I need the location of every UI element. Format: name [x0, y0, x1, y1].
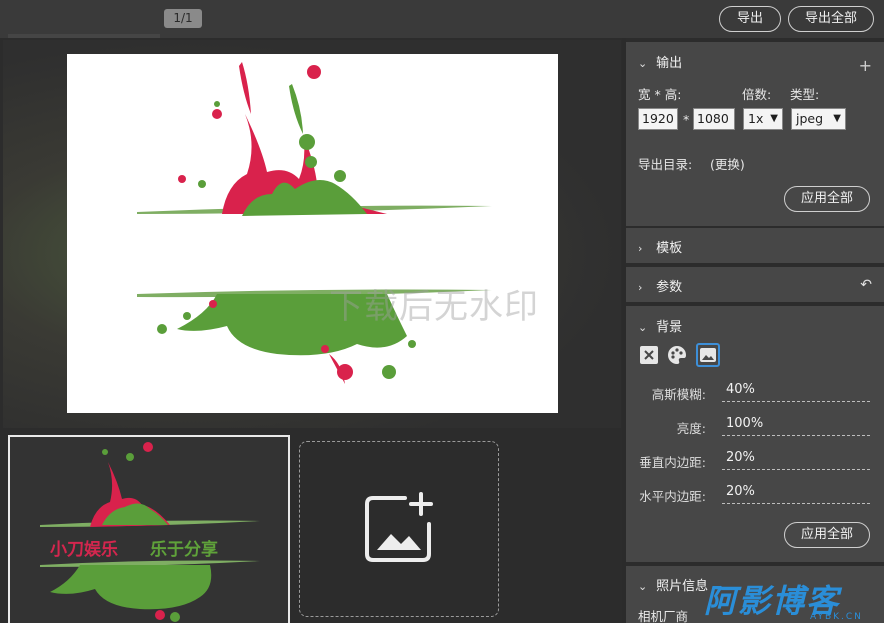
- template-section[interactable]: › 模板: [626, 228, 884, 263]
- chevron-down-icon: ▼: [770, 113, 778, 124]
- top-toolbar: 1/1 导出 导出全部: [0, 0, 884, 38]
- add-icon[interactable]: +: [859, 56, 872, 75]
- template-header[interactable]: › 模板: [638, 237, 683, 256]
- chevron-right-icon: ›: [638, 281, 643, 294]
- apply-all-button[interactable]: 应用全部: [784, 186, 870, 212]
- change-dir-link[interactable]: (更换): [710, 154, 745, 173]
- output-header[interactable]: ⌄ 输出: [638, 52, 683, 71]
- width-input[interactable]: 1920: [638, 108, 678, 130]
- chevron-right-icon: ›: [638, 242, 643, 255]
- image-icon[interactable]: [696, 343, 720, 367]
- multiplier-select[interactable]: 1x ▼: [743, 108, 783, 130]
- export-all-button[interactable]: 导出全部: [788, 6, 874, 32]
- thumbnail-selected[interactable]: 小刀娱乐 乐于分享: [8, 435, 290, 623]
- brightness-value[interactable]: 100%: [722, 416, 870, 436]
- background-title: 背景: [656, 320, 683, 335]
- blur-label: 高斯模糊:: [651, 387, 706, 402]
- template-title: 模板: [656, 241, 683, 256]
- params-title: 参数: [656, 280, 683, 295]
- vertical-padding-value[interactable]: 20%: [722, 450, 870, 470]
- chevron-down-icon: ⌄: [638, 580, 648, 593]
- thumbnail-text-red: 小刀娱乐: [50, 540, 118, 560]
- add-photo-tile[interactable]: [299, 441, 499, 617]
- output-section: ⌄ 输出 宽 * 高: 倍数: 类型: + 1920 * 1080 1x ▼ j…: [626, 42, 884, 226]
- times-sign: *: [683, 112, 690, 127]
- apply-all-background-button[interactable]: 应用全部: [784, 522, 870, 548]
- palette-icon[interactable]: [666, 344, 688, 366]
- params-section[interactable]: › 参数 ↶: [626, 267, 884, 302]
- photo-canvas: 下载后无水印: [67, 54, 558, 413]
- blur-value[interactable]: 40%: [722, 382, 870, 402]
- brand-logo: 阿影博客 AYBK.CN: [700, 576, 884, 623]
- horizontal-padding-value[interactable]: 20%: [722, 484, 870, 504]
- splash-image: [137, 62, 492, 384]
- preview-watermark: 下载后无水印: [329, 287, 539, 327]
- chevron-down-icon: ⌄: [638, 321, 648, 334]
- preview-area: 下载后无水印: [3, 40, 621, 428]
- output-title: 输出: [656, 56, 683, 71]
- multiplier-label: 倍数:: [742, 87, 772, 102]
- main-area: 下载后无水印 小刀娱乐 乐于分享: [0, 38, 622, 623]
- brand-domain: AYBK.CN: [810, 612, 863, 622]
- type-value: jpeg: [796, 111, 824, 126]
- type-label: 类型:: [790, 87, 820, 102]
- vertical-padding-label: 垂直内边距:: [639, 455, 706, 470]
- export-button[interactable]: 导出: [719, 6, 781, 32]
- undo-icon[interactable]: ↶: [860, 277, 872, 293]
- type-select[interactable]: jpeg ▼: [791, 108, 846, 130]
- chevron-down-icon: ⌄: [638, 57, 648, 70]
- thumbnail-image: [40, 442, 260, 622]
- camera-maker-label: 相机厂商: [638, 609, 689, 623]
- thumbnail-text-green: 乐于分享: [150, 540, 218, 560]
- chevron-down-icon: ▼: [833, 113, 841, 124]
- brightness-label: 亮度:: [676, 421, 706, 436]
- photo-info-header[interactable]: ⌄ 照片信息: [638, 575, 708, 594]
- add-image-icon: [365, 492, 433, 562]
- multiplier-value: 1x: [748, 111, 764, 126]
- params-header[interactable]: › 参数: [638, 276, 683, 295]
- export-dir-label: 导出目录:: [638, 157, 693, 172]
- horizontal-padding-label: 水平内边距:: [639, 489, 706, 504]
- settings-panel: ⌄ 输出 宽 * 高: 倍数: 类型: + 1920 * 1080 1x ▼ j…: [626, 38, 884, 623]
- background-section: ⌄ 背景 高斯模糊: 40% 亮度: 100% 垂直内边距: 20% 水平内边距…: [626, 306, 884, 562]
- size-label: 宽 * 高:: [638, 87, 682, 102]
- page-indicator: 1/1: [164, 9, 202, 28]
- height-input[interactable]: 1080: [693, 108, 735, 130]
- background-header[interactable]: ⌄ 背景: [638, 316, 683, 335]
- close-icon[interactable]: [638, 344, 660, 366]
